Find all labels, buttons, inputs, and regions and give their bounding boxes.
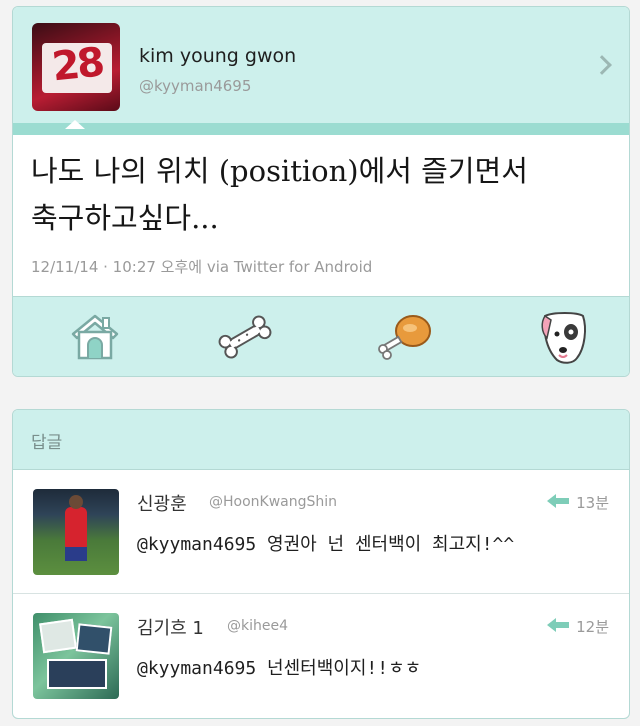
reply-text: @kyyman4695 넌센터백이지!!ㅎㅎ <box>137 658 422 679</box>
photo-collage-tile <box>39 618 77 654</box>
replies-title: 답글 <box>31 433 63 453</box>
reply-time: 12분 <box>576 618 609 636</box>
replies-card: 답글 신광훈 @HoonKwangShin 13분 @kyyman4695 영권… <box>12 409 630 719</box>
reply-time: 13분 <box>576 494 609 512</box>
bone-icon <box>218 315 272 359</box>
home-doghouse-icon <box>71 314 119 360</box>
chevron-right-icon[interactable] <box>592 55 612 75</box>
drumstick-button[interactable] <box>375 307 435 367</box>
photo-collage-tile <box>47 659 107 689</box>
photo-collage-tile <box>75 623 113 655</box>
reply-text: @kyyman4695 영권아 넌 센터백이 최고지!^^ <box>137 534 515 555</box>
avatar[interactable]: 28 <box>32 23 120 111</box>
tweet-text-line: 나도 나의 위치 (position)에서 즐기면서 <box>31 154 528 188</box>
reply-avatar[interactable] <box>33 613 119 699</box>
player-head <box>69 495 83 509</box>
reply-author-handle: @HoonKwangShin <box>209 494 338 510</box>
action-bar <box>13 296 629 376</box>
tweet-text-line: 축구하고싶다... <box>31 201 219 235</box>
player-shorts <box>65 547 87 561</box>
home-doghouse-button[interactable] <box>65 307 125 367</box>
tweet-timestamp: 12/11/14 · 10:27 오후에 via Twitter for And… <box>31 258 373 276</box>
replies-header: 답글 <box>13 410 629 470</box>
header-band <box>13 123 629 135</box>
player-figure <box>65 507 87 551</box>
reply-arrow-icon[interactable] <box>545 616 571 634</box>
bone-button[interactable] <box>215 307 275 367</box>
avatar-jersey-number: 28 <box>49 39 105 91</box>
author-name[interactable]: kim young gwon <box>139 45 296 67</box>
author-handle: @kyyman4695 <box>139 77 252 95</box>
reply-author-name[interactable]: 신광훈 <box>137 490 187 516</box>
reply-author-name[interactable]: 김기흐 1 <box>137 614 204 640</box>
reply-avatar[interactable] <box>33 489 119 575</box>
dog-button[interactable] <box>535 307 595 367</box>
tweet-text: 나도 나의 위치 (position)에서 즐기면서 축구하고싶다... <box>31 148 611 242</box>
tweet-header[interactable]: 28 kim young gwon @kyyman4695 <box>13 7 629 123</box>
reply-item[interactable]: 신광훈 @HoonKwangShin 13분 @kyyman4695 영권아 넌… <box>13 470 629 594</box>
tweet-card: 28 kim young gwon @kyyman4695 나도 나의 위치 (… <box>12 6 630 377</box>
reply-item[interactable]: 김기흐 1 @kihee4 12분 @kyyman4695 넌센터백이지!!ㅎㅎ <box>13 594 629 718</box>
reply-arrow-icon[interactable] <box>545 492 571 510</box>
drumstick-icon <box>378 315 431 360</box>
dog-icon <box>541 312 586 364</box>
band-notch <box>65 120 85 129</box>
reply-author-handle: @kihee4 <box>227 618 289 634</box>
